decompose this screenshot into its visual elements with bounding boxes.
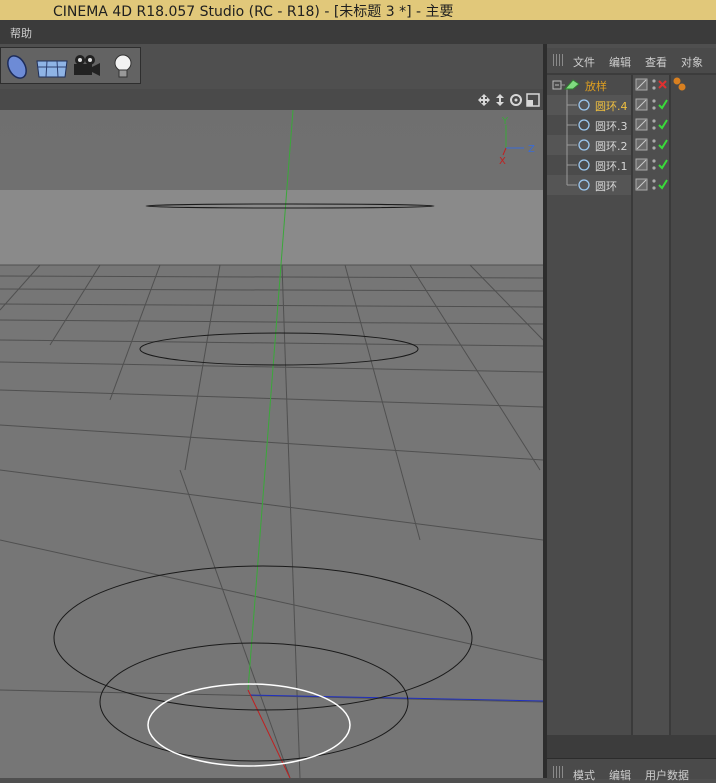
- deformer-icon[interactable]: [2, 51, 33, 81]
- rotate-view-icon[interactable]: [509, 92, 523, 106]
- menu-bar: 帮助: [0, 20, 716, 44]
- tree-row-circle-3[interactable]: 圆环.3: [547, 116, 631, 136]
- perspective-viewport[interactable]: Y Z X: [0, 109, 544, 779]
- object-name-circle-1[interactable]: 圆环.1: [595, 158, 628, 174]
- object-name-circle-2[interactable]: 圆环.2: [595, 138, 628, 154]
- light-icon[interactable]: [107, 51, 138, 81]
- object-name-circle-3[interactable]: 圆环.3: [595, 118, 628, 134]
- object-toolbar: [0, 47, 141, 84]
- tree-row-circle-2[interactable]: 圆环.2: [547, 136, 631, 156]
- tree-row-circle-1[interactable]: 圆环.1: [547, 156, 631, 176]
- attr-tab-edit[interactable]: 编辑: [609, 767, 631, 783]
- panel-grip-icon[interactable]: [553, 54, 565, 66]
- attribute-manager-menu: 模式 编辑 用户数据: [547, 758, 716, 782]
- gizmo-y-label: Y: [501, 116, 509, 127]
- maximize-view-icon[interactable]: [526, 92, 540, 107]
- attr-grip-icon[interactable]: [553, 766, 565, 778]
- viewport-header: [0, 89, 543, 110]
- camera-icon[interactable]: [71, 51, 102, 81]
- tree-row-circle[interactable]: 圆环: [547, 176, 631, 196]
- floor-icon[interactable]: [35, 51, 68, 81]
- title-bar: CINEMA 4D R18.057 Studio (RC - R18) - [未…: [0, 0, 716, 20]
- om-menu-edit[interactable]: 编辑: [609, 54, 631, 70]
- menu-item-help[interactable]: 帮助: [10, 25, 32, 41]
- move-view-icon[interactable]: [477, 92, 491, 106]
- tree-row-loft[interactable]: 放样: [547, 76, 631, 96]
- tree-row-circle-4[interactable]: 圆环.4: [547, 96, 631, 116]
- om-menu-file[interactable]: 文件: [573, 54, 595, 70]
- object-status-icons[interactable]: [633, 75, 716, 200]
- object-manager-menu: 文件 编辑 查看 对象: [547, 48, 716, 73]
- object-name-circle-4[interactable]: 圆环.4: [595, 98, 628, 114]
- attr-tab-userdata[interactable]: 用户数据: [645, 767, 689, 783]
- window-title: CINEMA 4D R18.057 Studio (RC - R18) - [未…: [53, 4, 454, 20]
- object-name-loft[interactable]: 放样: [585, 78, 607, 94]
- object-name-circle[interactable]: 圆环: [595, 178, 617, 194]
- om-menu-object[interactable]: 对象: [681, 54, 703, 70]
- gizmo-x-label: X: [499, 156, 506, 167]
- om-menu-view[interactable]: 查看: [645, 54, 667, 70]
- zoom-view-icon[interactable]: [493, 92, 507, 106]
- attr-tab-mode[interactable]: 模式: [573, 767, 595, 783]
- gizmo-z-label: Z: [528, 144, 535, 155]
